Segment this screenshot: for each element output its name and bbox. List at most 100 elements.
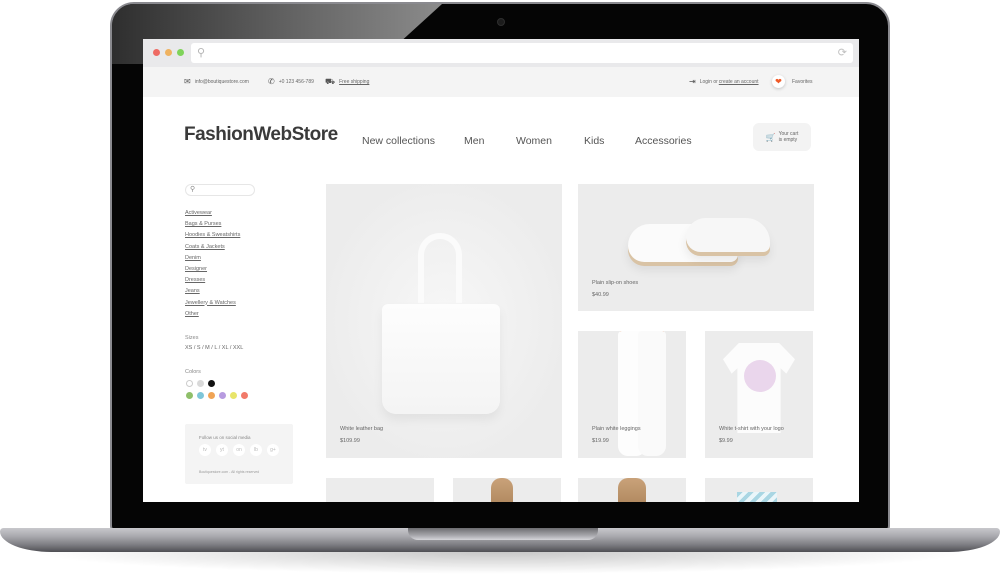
nav-men[interactable]: Men [464,135,484,147]
create-account-link[interactable]: create an account [719,79,759,85]
address-bar[interactable]: ⚲ ⟳ [191,43,853,63]
product-card-leggings[interactable]: Plain white leggings $19.99 [578,331,686,458]
youtube-social-icon[interactable]: yt [216,444,228,456]
tshirt-logo-graphic [744,360,776,392]
nav-new-collections[interactable]: New collections [362,135,435,147]
top-info-bar: ✉ info@boutiquestore.com ✆ +0 123 456-78… [143,67,859,97]
cart-line-2: is empty [778,137,798,143]
sidebar-search-input[interactable]: ⚲ [185,184,255,196]
model-hair [491,478,513,502]
product-price: $40.99 [592,292,609,298]
shipping-text: Free shipping [339,79,370,85]
color-swatch[interactable] [230,392,237,399]
phone-text: +0 123 456-789 [278,79,314,85]
color-swatch[interactable] [219,392,226,399]
store-logo[interactable]: FashionWebStore [184,124,338,146]
category-other[interactable]: Other [185,311,240,322]
product-card-partial-4[interactable] [705,478,813,502]
laptop-mockup: ⚲ ⟳ ✉ info@boutiquestore.com ✆ +0 123 45… [0,0,1000,587]
google-plus-social-icon[interactable]: g+ [267,444,279,456]
email-contact[interactable]: ✉ info@boutiquestore.com [184,78,249,86]
cart-icon: 🛒 [765,132,776,142]
category-denim[interactable]: Denim [185,255,240,266]
login-prefix: Login or [699,79,718,85]
color-swatch[interactable] [186,392,193,399]
product-card-bag[interactable]: White leather bag $109.99 [326,184,562,458]
copyright-text: Boutiquestore.com - All rights reserved [199,470,260,474]
color-swatches-row-1 [186,380,215,387]
lb-social-icon[interactable]: lb [250,444,262,456]
login-area[interactable]: ⇥ Login or create an account [689,78,759,86]
category-bags-purses[interactable]: Bags & Purses [185,221,240,232]
product-name: White leather bag [340,426,384,432]
color-swatches-row-2 [186,392,248,399]
reload-icon[interactable]: ⟳ [838,46,847,59]
browser-toolbar: ⚲ ⟳ [143,39,859,67]
shoe-image-2 [686,218,770,252]
camera-icon [497,18,505,26]
nav-kids[interactable]: Kids [584,135,604,147]
nav-women[interactable]: Women [516,135,552,147]
striped-item-image [737,492,777,502]
product-name: White t-shirt with your logo [719,426,784,432]
color-swatch[interactable] [197,380,204,387]
size-filter[interactable]: XS / S / M / L / XL / XXL [185,345,243,351]
color-swatch[interactable] [241,392,248,399]
laptop-notch [408,528,598,540]
favorites-link[interactable]: ❤ Favorites [772,75,813,88]
category-hoodies-sweatshirts[interactable]: Hoodies & Sweatshirts [185,232,240,243]
search-icon: ⚲ [190,186,196,193]
bag-image-body [382,304,500,414]
color-swatch[interactable] [186,380,193,387]
product-card-partial-1[interactable] [326,478,434,502]
truck-icon: ⛟ [325,77,336,86]
product-card-tshirt[interactable]: White t-shirt with your logo $9.99 [705,331,813,458]
category-dresses[interactable]: Dresses [185,277,240,288]
model-hair [618,478,646,502]
bag-image [418,233,462,303]
product-price: $109.99 [340,438,360,444]
category-list: Activewear Bags & Purses Hoodies & Sweat… [185,210,240,322]
category-jewellery-watches[interactable]: Jewellery & Watches [185,300,240,311]
product-name: Plain slip-on shoes [592,280,639,286]
mail-icon: ✉ [184,77,191,86]
category-jeans[interactable]: Jeans [185,288,240,299]
phone-icon: ✆ [268,77,275,86]
color-swatch[interactable] [208,392,215,399]
color-swatch[interactable] [208,380,215,387]
maximize-window-button[interactable] [177,49,184,56]
category-designer[interactable]: Designer [185,266,240,277]
laptop-lid: ⚲ ⟳ ✉ info@boutiquestore.com ✆ +0 123 45… [110,2,890,532]
search-icon: ⚲ [197,47,206,59]
color-swatch[interactable] [197,392,204,399]
minimize-window-button[interactable] [165,49,172,56]
product-card-shoes[interactable]: Plain slip-on shoes $40.99 [578,184,814,311]
category-activewear[interactable]: Activewear [185,210,240,221]
phone-contact[interactable]: ✆ +0 123 456-789 [268,78,314,86]
colors-label: Colors [185,369,201,375]
email-text: info@boutiquestore.com [194,79,249,85]
nav-accessories[interactable]: Accessories [635,135,692,147]
product-card-partial-2[interactable] [453,478,561,502]
free-shipping-link[interactable]: ⛟ Free shipping [325,78,369,86]
tv-social-icon[interactable]: tv [199,444,211,456]
on-social-icon[interactable]: on [233,444,245,456]
product-card-partial-3[interactable] [578,478,686,502]
close-window-button[interactable] [153,49,160,56]
social-media-box: Follow us on social media tv yt on lb g+… [185,424,293,484]
browser-screen: ⚲ ⟳ ✉ info@boutiquestore.com ✆ +0 123 45… [143,39,859,502]
laptop-shadow [30,552,970,574]
product-price: $9.99 [719,438,733,444]
leggings-image-2 [638,331,666,456]
product-name: Plain white leggings [592,426,641,432]
social-icons: tv yt on lb g+ [199,444,279,456]
favorites-text: Favorites [792,78,813,85]
cart-button[interactable]: 🛒 Your cart is empty [753,123,811,151]
social-title: Follow us on social media [199,435,251,440]
product-price: $19.99 [592,438,609,444]
login-icon: ⇥ [689,77,696,86]
category-coats-jackets[interactable]: Coats & Jackets [185,244,240,255]
sizes-label: Sizes [185,335,199,341]
laptop-base [0,528,1000,552]
cart-status: Your cart is empty [779,131,799,143]
